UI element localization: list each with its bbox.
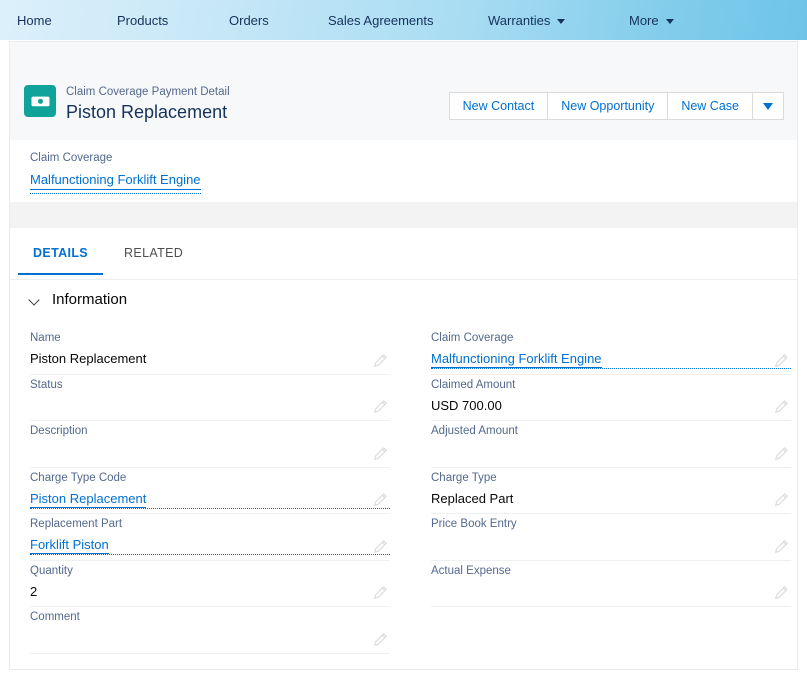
nav-item-label: Warranties	[488, 14, 550, 27]
field-value-link[interactable]: Piston Replacement	[30, 491, 390, 509]
tab-details[interactable]: DETAILS	[15, 228, 106, 275]
field-value: Piston Replacement	[30, 350, 390, 367]
nav-item-label: Home	[17, 14, 52, 27]
field-label: Description	[30, 424, 390, 439]
record-header-card: Claim Coverage Payment Detail Piston Rep…	[9, 41, 798, 140]
edit-pencil-icon[interactable]	[372, 492, 388, 508]
field-row: Claim Coverage Malfunctioning Forklift En…	[431, 328, 791, 375]
tab-related[interactable]: RELATED	[106, 228, 201, 275]
chevron-down-icon	[29, 294, 41, 306]
field-row: Price Book Entry	[431, 514, 791, 561]
field-label: Claim Coverage	[431, 331, 791, 346]
field-value: USD 700.00	[431, 397, 791, 414]
field-row: Quantity 2	[30, 561, 390, 608]
edit-pencil-icon[interactable]	[372, 632, 388, 648]
details-card: DETAILS RELATED Information Name Piston R…	[9, 228, 798, 670]
field-label: Adjusted Amount	[431, 424, 791, 439]
chevron-down-icon	[557, 19, 565, 24]
field-label: Quantity	[30, 564, 390, 579]
highlights-panel: Claim Coverage Malfunctioning Forklift E…	[9, 140, 798, 202]
edit-pencil-icon[interactable]	[372, 399, 388, 415]
field-value	[30, 397, 390, 414]
field-row: Charge Type Replaced Part	[431, 468, 791, 515]
field-label: Claimed Amount	[431, 378, 791, 393]
nav-item-label: Sales Agreements	[328, 14, 434, 27]
field-row: Adjusted Amount	[431, 421, 791, 468]
field-value-link[interactable]: Malfunctioning Forklift Engine	[431, 351, 791, 369]
nav-item-warranties[interactable]: Warranties	[488, 0, 565, 40]
salesforce-record-page: Home Products Orders Sales Agreements Warran…	[0, 0, 807, 676]
field-value	[30, 629, 390, 646]
fields-column-right: Claim Coverage Malfunctioning Forklift En…	[431, 328, 791, 607]
nav-item-label: Orders	[229, 14, 269, 27]
new-opportunity-button[interactable]: New Opportunity	[547, 92, 668, 120]
field-row: Replacement Part Forklift Piston	[30, 514, 390, 561]
edit-pencil-icon[interactable]	[773, 539, 789, 555]
new-contact-button[interactable]: New Contact	[449, 92, 549, 120]
global-navigation-bar: Home Products Orders Sales Agreements Warran…	[0, 0, 807, 40]
field-label: Charge Type	[431, 471, 791, 486]
edit-pencil-icon[interactable]	[372, 446, 388, 462]
field-value	[30, 443, 390, 460]
field-row: Status	[30, 375, 390, 422]
money-bill-icon	[24, 85, 56, 117]
nav-item-home[interactable]: Home	[17, 0, 52, 40]
field-value	[431, 443, 791, 460]
highlight-value-link[interactable]: Malfunctioning Forklift Engine	[30, 171, 201, 194]
edit-pencil-icon[interactable]	[773, 585, 789, 601]
chevron-down-icon	[666, 19, 674, 24]
field-value: Forklift Piston	[30, 536, 390, 555]
field-label: Comment	[30, 610, 390, 625]
edit-pencil-icon[interactable]	[773, 399, 789, 415]
field-label: Price Book Entry	[431, 517, 791, 532]
highlight-claim-coverage: Claim Coverage Malfunctioning Forklift E…	[30, 151, 201, 194]
edit-pencil-icon[interactable]	[372, 585, 388, 601]
entity-type-label: Claim Coverage Payment Detail	[66, 85, 230, 100]
field-label: Name	[30, 331, 390, 346]
field-label: Charge Type Code	[30, 471, 390, 486]
edit-pencil-icon[interactable]	[372, 353, 388, 369]
field-label: Status	[30, 378, 390, 393]
field-row: Charge Type Code Piston Replacement	[30, 468, 390, 515]
field-row: Comment	[30, 607, 390, 654]
caret-down-icon	[763, 103, 773, 110]
section-title: Information	[52, 291, 127, 309]
nav-item-more[interactable]: More	[629, 0, 674, 40]
edit-pencil-icon[interactable]	[372, 539, 388, 555]
edit-pencil-icon[interactable]	[773, 353, 789, 369]
nav-item-orders[interactable]: Orders	[229, 0, 269, 40]
nav-item-label: More	[629, 14, 659, 27]
record-tabs: DETAILS RELATED	[10, 228, 798, 280]
field-value	[431, 536, 791, 553]
edit-pencil-icon[interactable]	[773, 492, 789, 508]
field-value	[431, 583, 791, 600]
field-value: Replaced Part	[431, 490, 791, 507]
field-label: Actual Expense	[431, 564, 791, 579]
nav-item-sales-agreements[interactable]: Sales Agreements	[328, 0, 434, 40]
nav-item-products[interactable]: Products	[117, 0, 168, 40]
field-label: Replacement Part	[30, 517, 390, 532]
header-action-buttons: New Contact New Opportunity New Case	[449, 92, 784, 120]
record-title-block: Claim Coverage Payment Detail Piston Rep…	[66, 85, 230, 124]
field-value: Piston Replacement	[30, 490, 390, 509]
field-value: Malfunctioning Forklift Engine	[431, 350, 791, 369]
field-value-link[interactable]: Forklift Piston	[30, 537, 390, 555]
nav-item-label: Products	[117, 14, 168, 27]
field-row: Description	[30, 421, 390, 468]
card-gutter	[9, 202, 798, 228]
information-section-header[interactable]: Information	[29, 291, 127, 309]
new-case-button[interactable]: New Case	[667, 92, 753, 120]
fields-column-left: Name Piston Replacement Status Description C…	[30, 328, 390, 654]
field-row: Claimed Amount USD 700.00	[431, 375, 791, 422]
field-row: Name Piston Replacement	[30, 328, 390, 375]
highlight-label: Claim Coverage	[30, 151, 201, 166]
edit-pencil-icon[interactable]	[773, 446, 789, 462]
field-value: 2	[30, 583, 390, 600]
page-title: Piston Replacement	[66, 101, 230, 124]
more-actions-dropdown-button[interactable]	[752, 92, 784, 120]
field-row: Actual Expense	[431, 561, 791, 608]
